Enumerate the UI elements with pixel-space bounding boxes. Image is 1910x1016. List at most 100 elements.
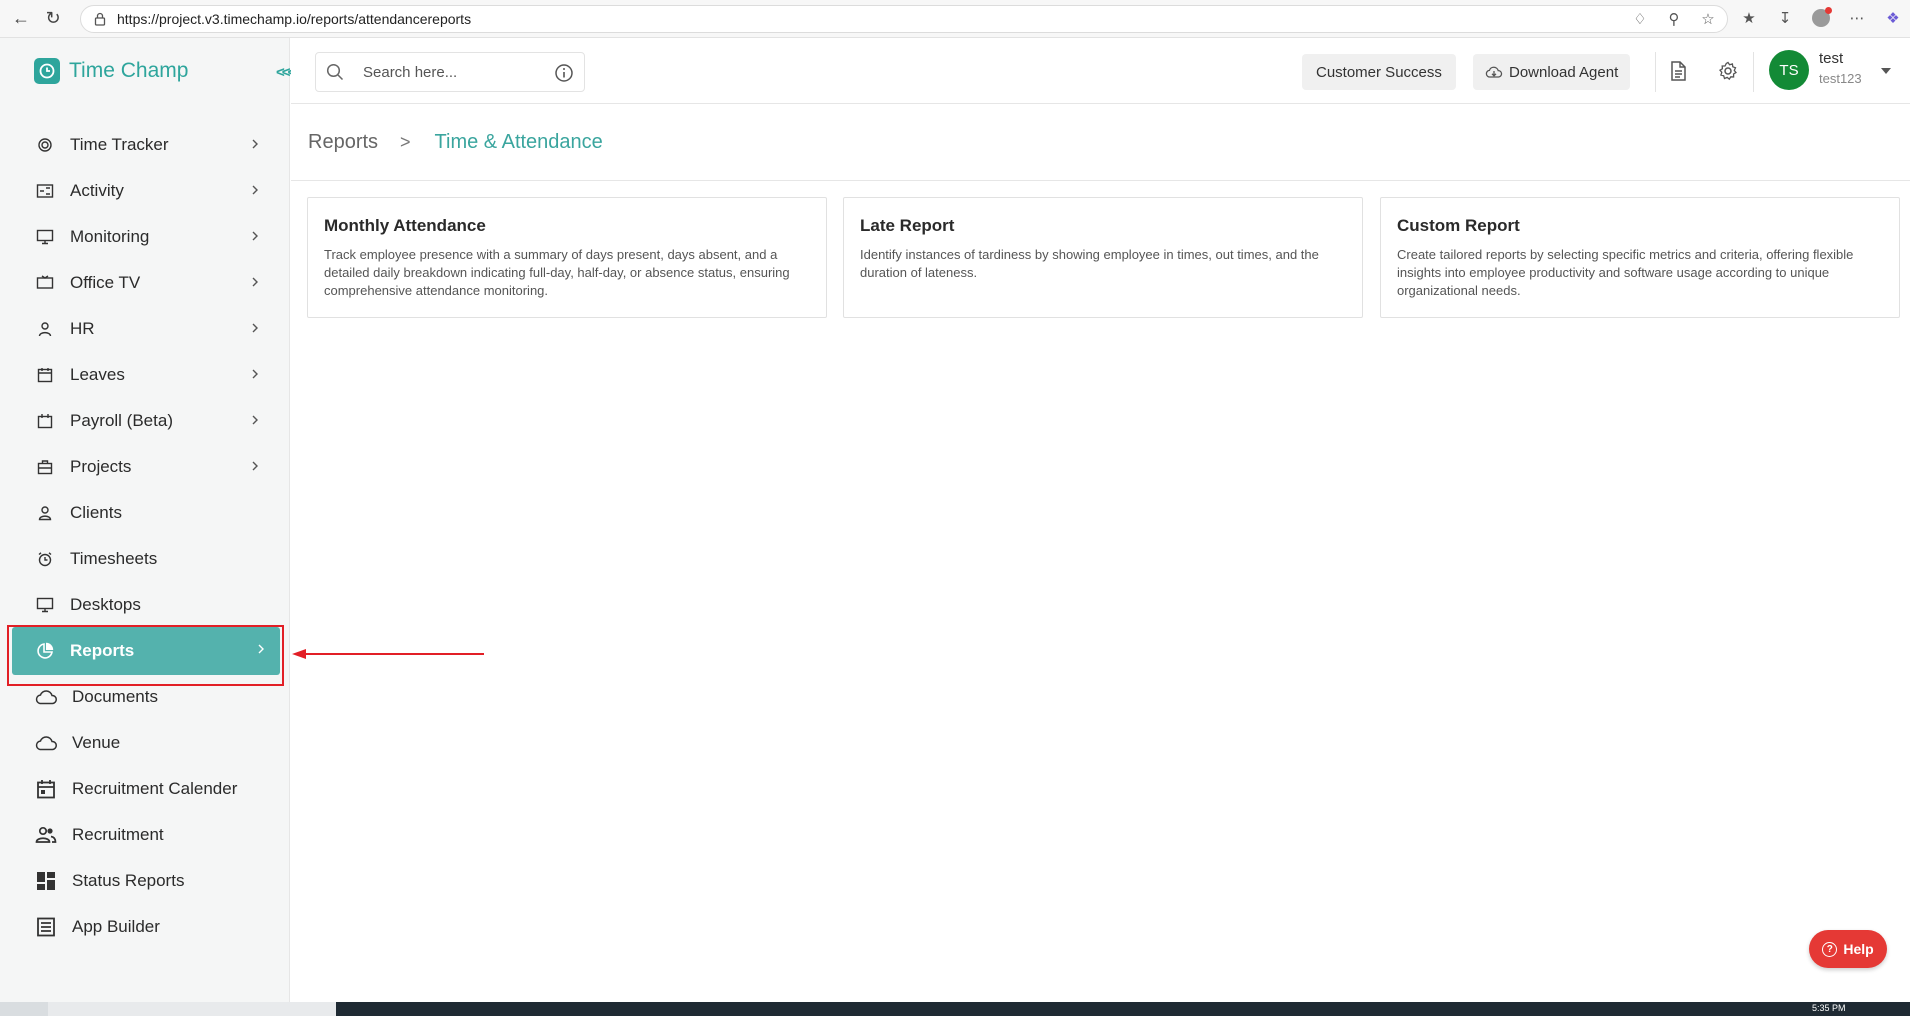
breadcrumb-reports[interactable]: Reports: [308, 131, 378, 154]
sidebar-item-hr[interactable]: HR: [24, 306, 274, 352]
annotation-arrow-icon: [292, 649, 484, 659]
chevron-right-icon: [252, 277, 258, 287]
taskbar-search-area[interactable]: [48, 1002, 336, 1016]
card-title: Monthly Attendance: [324, 216, 486, 235]
sidebar-item-timesheets[interactable]: Timesheets: [24, 536, 274, 582]
more-icon[interactable]: ⋯: [1848, 9, 1866, 27]
sidebar-item-clients[interactable]: Clients: [24, 490, 274, 536]
calendar-icon: [34, 364, 56, 386]
taskbar-clock: 5:35 PM: [1812, 1003, 1846, 1013]
monitor-icon: [34, 226, 56, 248]
browser-profile-icon[interactable]: [1812, 7, 1832, 27]
avatar[interactable]: TS: [1769, 50, 1809, 90]
gear-icon[interactable]: [1717, 60, 1739, 82]
chevron-right-icon: [252, 231, 258, 241]
payroll-icon: [34, 410, 56, 432]
card-custom-report[interactable]: Custom Report Create tailored reports by…: [1380, 197, 1900, 318]
sidebar-item-recruitment-calender[interactable]: Recruitment Calender: [24, 766, 274, 812]
info-icon[interactable]: [554, 63, 574, 83]
alarm-clock-icon: [34, 548, 56, 570]
header-divider: [1655, 52, 1656, 92]
sidebar-item-app-builder[interactable]: App Builder: [24, 904, 274, 950]
taskbar-start-area: [0, 1002, 48, 1016]
sidebar-item-leaves[interactable]: Leaves: [24, 352, 274, 398]
cloud-icon: [34, 732, 58, 754]
search-input[interactable]: Search here...: [363, 64, 457, 81]
logo-text: Time Champ: [69, 59, 189, 82]
favorites-icon[interactable]: ★: [1740, 9, 1758, 27]
star-icon[interactable]: ☆: [1699, 10, 1717, 28]
sidebar-item-label: Recruitment: [72, 825, 164, 844]
desktop-icon: [34, 594, 56, 616]
chevron-right-icon: [252, 139, 258, 149]
chevron-right-icon: [252, 415, 258, 425]
card-description: Create tailored reports by selecting spe…: [1397, 247, 1854, 298]
site-info-icon[interactable]: [93, 12, 107, 26]
sidebar-item-label: Timesheets: [70, 549, 158, 568]
question-icon: ?: [1822, 941, 1838, 957]
os-taskbar: 5:35 PM: [0, 1002, 1910, 1016]
url-text[interactable]: https://project.v3.timechamp.io/reports/…: [117, 11, 471, 27]
sidebar-item-label: Documents: [72, 687, 158, 706]
reload-icon[interactable]: ↻: [42, 8, 64, 30]
briefcase-icon: [34, 456, 56, 478]
back-icon[interactable]: ←: [10, 8, 32, 30]
sidebar-item-label: Recruitment Calender: [72, 779, 238, 798]
breadcrumb: Reports > Time & Attendance: [291, 105, 1910, 181]
sidebar-item-time-tracker[interactable]: Time Tracker: [24, 122, 274, 168]
card-description: Track employee presence with a summary o…: [324, 247, 790, 298]
help-button[interactable]: ? Help: [1809, 930, 1887, 968]
sidebar-item-projects[interactable]: Projects: [24, 444, 274, 490]
annotation-highlight-box: [7, 625, 284, 686]
activity-icon: [34, 180, 56, 202]
download-icon[interactable]: ↧: [1776, 9, 1794, 27]
document-icon[interactable]: [1667, 60, 1689, 82]
app-logo[interactable]: Time Champ: [34, 58, 188, 84]
client-icon: [34, 502, 56, 524]
sidebar-item-label: Payroll (Beta): [70, 411, 173, 430]
sidebar-item-status-reports[interactable]: Status Reports: [24, 858, 274, 904]
sidebar-item-label: Desktops: [70, 595, 141, 614]
cloud-download-icon: [1485, 66, 1503, 78]
sidebar-item-label: HR: [70, 319, 95, 338]
card-late-report[interactable]: Late Report Identify instances of tardin…: [843, 197, 1363, 318]
sidebar: Time Champ <<< Time Tracker Activity Mon…: [0, 38, 296, 1002]
customer-success-button[interactable]: Customer Success: [1302, 54, 1456, 90]
event-calendar-icon: [34, 778, 58, 800]
sidebar-item-label: Leaves: [70, 365, 125, 384]
top-header: Search here... Customer Success Download…: [291, 38, 1910, 104]
logo-clock-icon: [34, 58, 60, 84]
sidebar-item-monitoring[interactable]: Monitoring: [24, 214, 274, 260]
search-icon: [326, 63, 344, 81]
browser-toolbar: ← ↻ https://project.v3.timechamp.io/repo…: [0, 0, 1910, 38]
user-name[interactable]: test: [1819, 50, 1843, 67]
address-bar[interactable]: https://project.v3.timechamp.io/reports/…: [80, 5, 1728, 33]
sidebar-item-label: App Builder: [72, 917, 160, 936]
chevron-right-icon: [252, 323, 258, 333]
chevron-right-icon: [252, 185, 258, 195]
search-box[interactable]: Search here...: [315, 52, 585, 92]
sidebar-item-label: Monitoring: [70, 227, 150, 246]
sidebar-item-payroll[interactable]: Payroll (Beta): [24, 398, 274, 444]
sidebar-item-recruitment[interactable]: Recruitment: [24, 812, 274, 858]
sidebar-item-label: Office TV: [70, 273, 141, 292]
person-icon: [34, 318, 56, 340]
copilot-icon[interactable]: ❖: [1884, 9, 1902, 27]
card-monthly-attendance[interactable]: Monthly Attendance Track employee presen…: [307, 197, 827, 318]
sidebar-item-activity[interactable]: Activity: [24, 168, 274, 214]
header-divider: [1753, 52, 1754, 92]
key-icon[interactable]: ⚲: [1665, 10, 1683, 28]
bell-icon[interactable]: ♢: [1631, 10, 1649, 28]
people-icon: [34, 824, 58, 846]
card-description: Identify instances of tardiness by showi…: [860, 247, 1319, 280]
sidebar-item-desktops[interactable]: Desktops: [24, 582, 274, 628]
sidebar-item-office-tv[interactable]: Office TV: [24, 260, 274, 306]
time-tracker-icon: [34, 134, 56, 156]
sidebar-item-label: Activity: [70, 181, 124, 200]
dashboard-icon: [34, 870, 58, 892]
chevron-down-icon[interactable]: [1881, 68, 1891, 74]
sidebar-item-venue[interactable]: Venue: [24, 720, 274, 766]
tv-icon: [34, 272, 56, 294]
sidebar-item-label: Projects: [70, 457, 132, 476]
download-agent-button[interactable]: Download Agent: [1473, 54, 1631, 90]
